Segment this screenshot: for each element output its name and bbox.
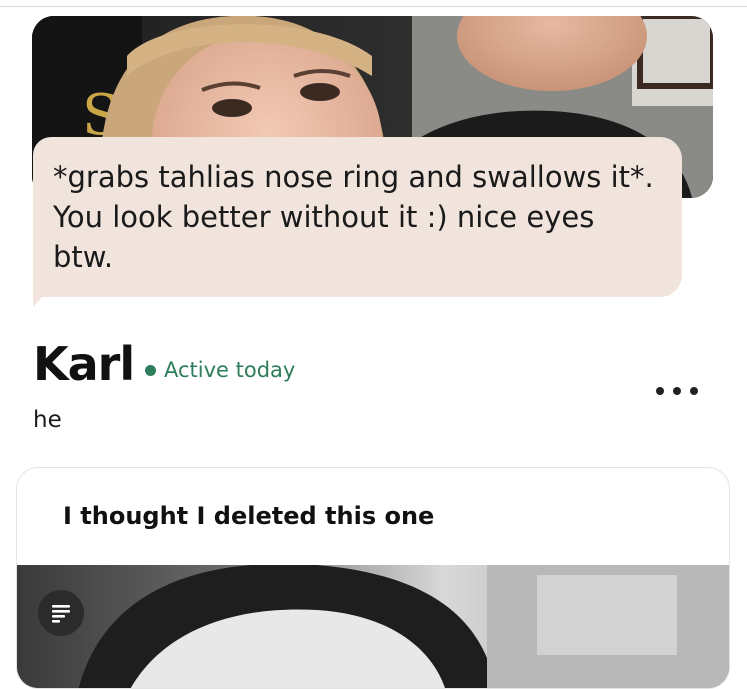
notes-icon <box>52 605 70 623</box>
more-options-icon-dot <box>673 387 681 395</box>
prompt-photo-image <box>17 565 729 688</box>
more-options-button[interactable] <box>656 378 698 404</box>
active-dot-icon <box>145 364 156 376</box>
notes-button[interactable] <box>38 590 84 636</box>
prompt-card[interactable]: I thought I deleted this one <box>16 467 730 689</box>
active-status-label: Active today <box>164 358 296 382</box>
prompt-photo[interactable] <box>17 565 729 688</box>
active-status: Active today <box>145 356 295 384</box>
bubble-tail <box>33 285 53 307</box>
message-bubble: *grabs tahlias nose ring and swallows it… <box>33 137 682 297</box>
pronouns: he <box>33 407 62 433</box>
profile-name: Karl <box>33 337 135 391</box>
prompt-text: I thought I deleted this one <box>63 502 435 530</box>
more-options-icon-dot <box>690 387 698 395</box>
more-options-icon <box>656 387 664 395</box>
message-text: *grabs tahlias nose ring and swallows it… <box>53 160 654 274</box>
top-divider <box>0 0 747 7</box>
